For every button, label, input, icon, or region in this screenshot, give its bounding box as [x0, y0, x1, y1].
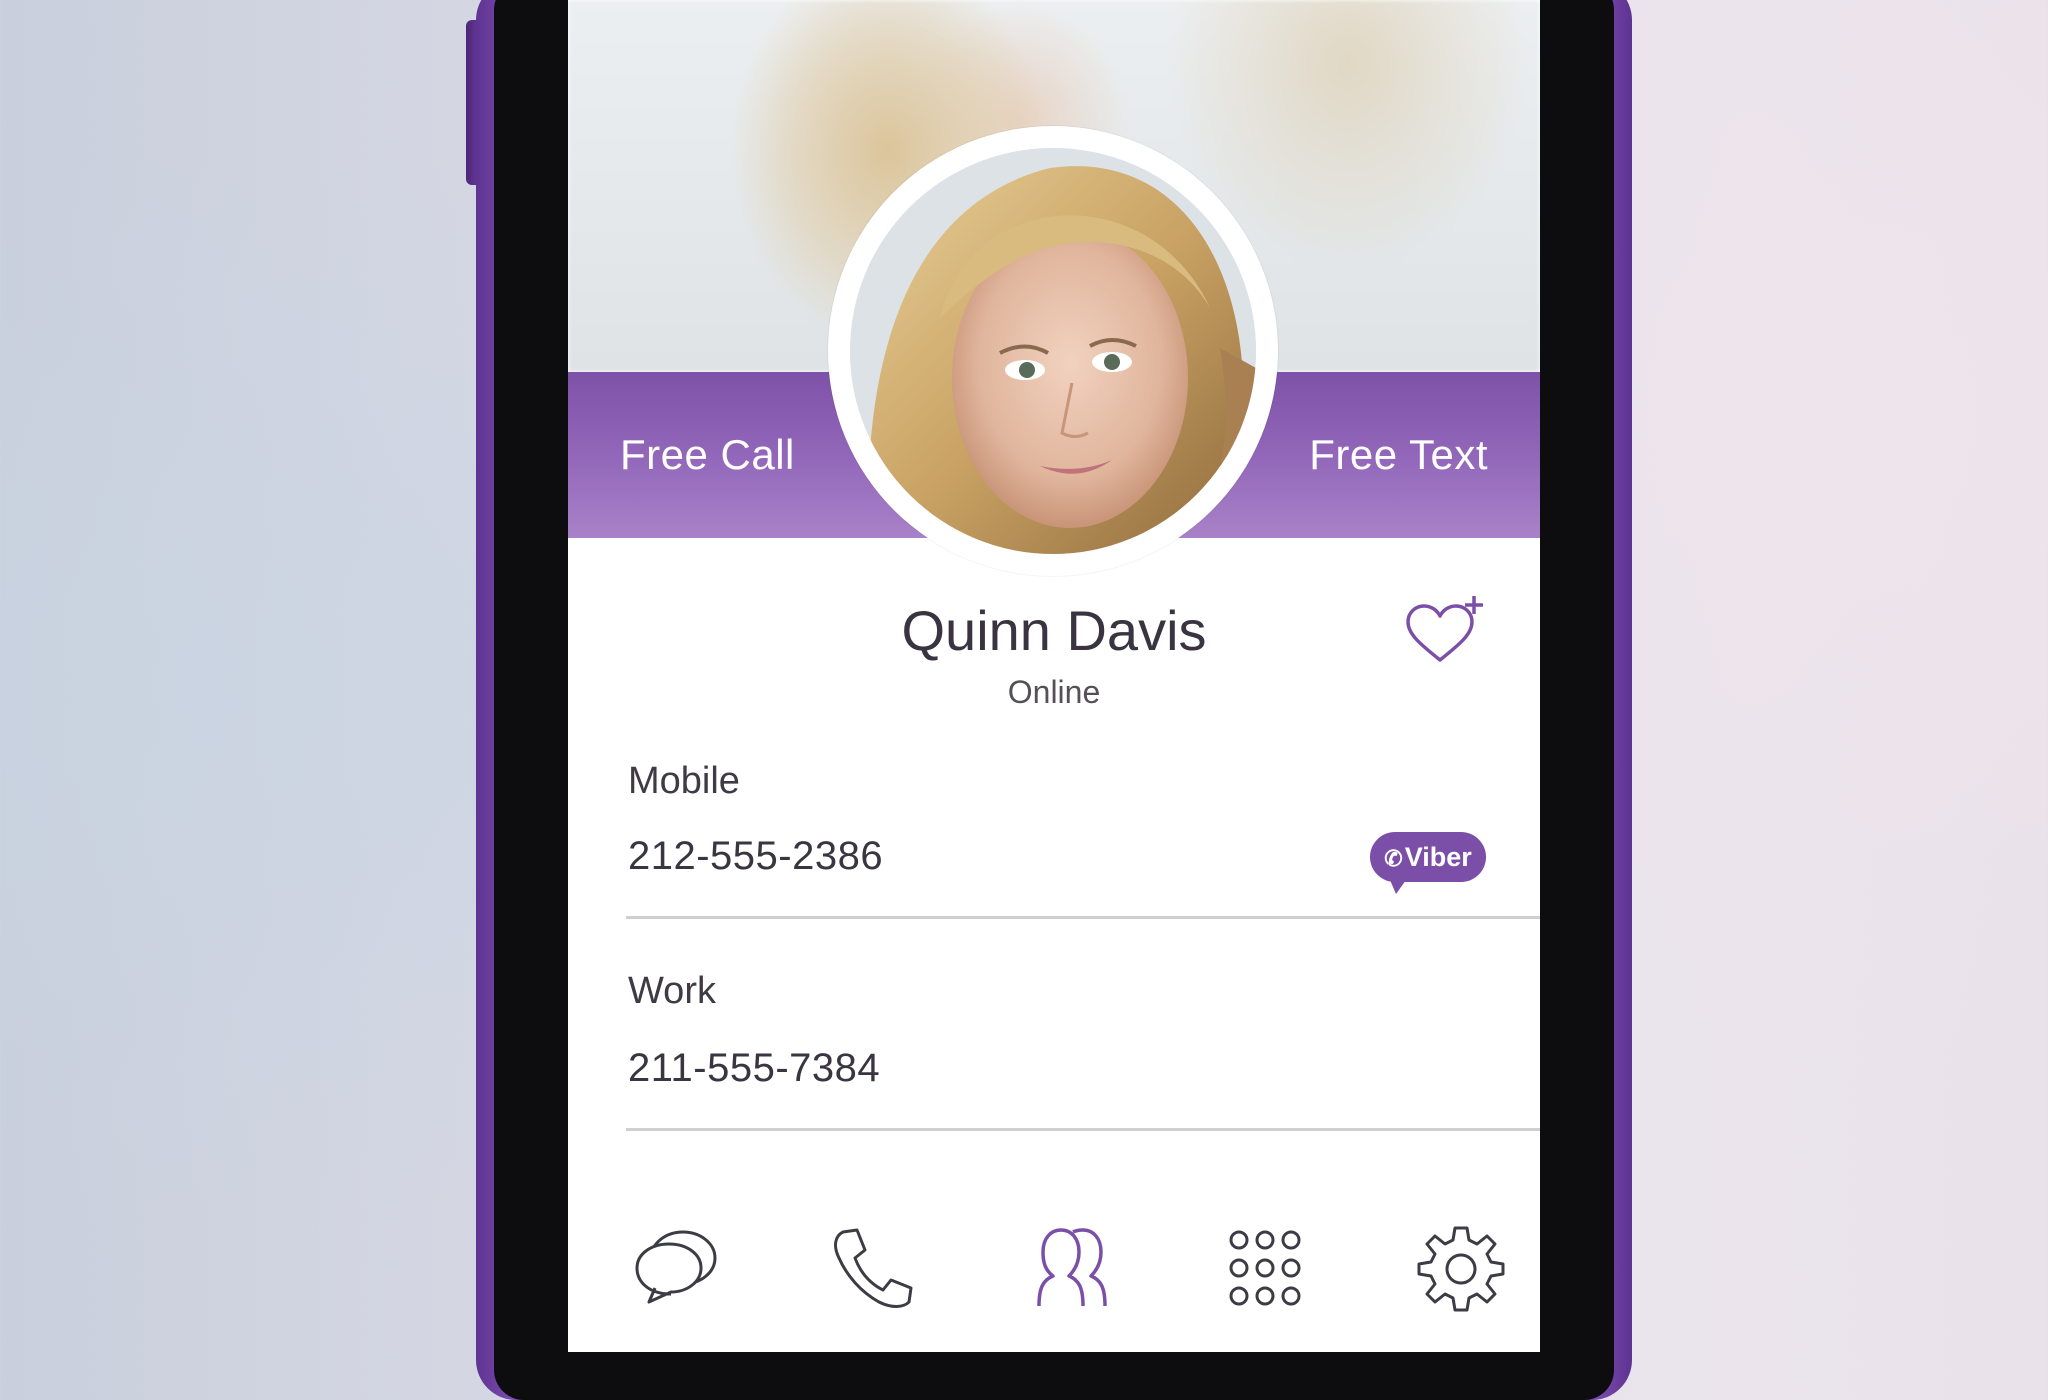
viber-badge-tail [1390, 880, 1406, 894]
tab-contacts[interactable] [1012, 1218, 1122, 1328]
tab-calls[interactable] [816, 1218, 926, 1328]
mobile-label: Mobile [628, 760, 740, 802]
bottom-tab-bar [568, 1218, 1540, 1328]
avatar [850, 148, 1256, 554]
divider [626, 916, 1540, 919]
keypad-icon [1229, 1230, 1301, 1306]
free-text-button[interactable]: Free Text [1309, 420, 1488, 490]
viber-phone-icon: ✆ [1384, 846, 1403, 871]
mobile-number[interactable]: 212-555-2386 [628, 834, 883, 879]
work-label: Work [628, 970, 716, 1012]
contacts-icon [1037, 1228, 1107, 1307]
contact-screen: Free Call Free Text Quinn Davis Online M… [568, 0, 1540, 1352]
phone-bottom-edge [568, 1352, 1540, 1366]
viber-badge-label: Viber [1404, 842, 1472, 872]
add-favorite-button[interactable] [1400, 594, 1490, 674]
gear-icon [1417, 1226, 1505, 1312]
heart-plus-icon [1406, 596, 1483, 662]
divider [626, 1128, 1540, 1131]
chat-bubbles-icon [635, 1230, 717, 1304]
contact-status: Online [1007, 674, 1101, 710]
avatar-photo [850, 148, 1256, 554]
tab-chats[interactable] [622, 1218, 732, 1328]
work-number[interactable]: 211-555-7384 [628, 1046, 880, 1091]
phone-icon [834, 1228, 913, 1308]
viber-badge[interactable]: ✆Viber [1370, 832, 1486, 894]
free-call-button[interactable]: Free Call [620, 420, 795, 490]
tab-settings[interactable] [1406, 1218, 1516, 1328]
contact-name: Quinn Davis [901, 599, 1207, 662]
tab-keypad[interactable] [1210, 1218, 1320, 1328]
